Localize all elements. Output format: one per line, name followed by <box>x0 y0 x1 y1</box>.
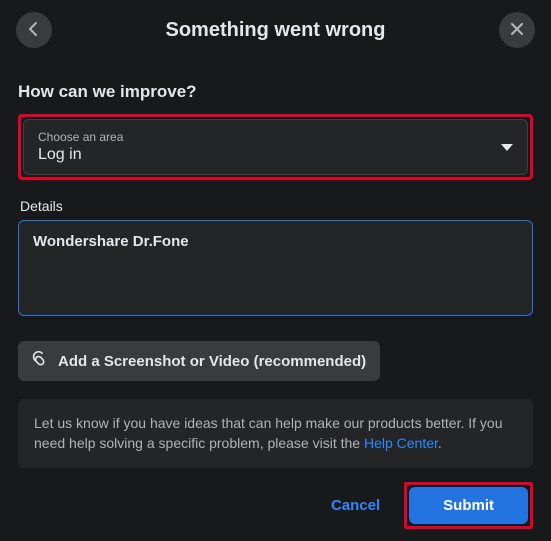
dialog-header: Something went wrong <box>0 0 551 56</box>
dropdown-label: Choose an area <box>38 130 123 144</box>
dialog-title: Something went wrong <box>166 19 386 42</box>
cancel-button[interactable]: Cancel <box>317 487 394 524</box>
dropdown-value: Log in <box>38 146 123 164</box>
section-heading: How can we improve? <box>18 82 533 102</box>
dialog-content: How can we improve? Choose an area Log i… <box>0 56 551 541</box>
info-tail: . <box>438 435 442 451</box>
add-screenshot-button[interactable]: Add a Screenshot or Video (recommended) <box>18 341 380 381</box>
area-dropdown[interactable]: Choose an area Log in <box>23 119 528 175</box>
submit-button[interactable]: Submit <box>409 487 528 524</box>
close-button[interactable] <box>499 12 535 48</box>
details-label: Details <box>20 198 533 214</box>
area-dropdown-highlight: Choose an area Log in <box>18 114 533 180</box>
chevron-down-icon <box>501 144 513 151</box>
dialog-footer: Cancel Submit <box>18 482 533 529</box>
details-textarea[interactable] <box>18 220 533 316</box>
paperclip-icon <box>27 348 52 373</box>
submit-button-highlight: Submit <box>404 482 533 529</box>
close-icon <box>508 20 526 41</box>
info-box: Let us know if you have ideas that can h… <box>18 399 533 468</box>
arrow-left-icon <box>24 19 44 42</box>
add-screenshot-label: Add a Screenshot or Video (recommended) <box>58 353 366 370</box>
help-center-link[interactable]: Help Center <box>364 435 438 451</box>
back-button[interactable] <box>16 12 52 48</box>
dropdown-text-wrap: Choose an area Log in <box>38 130 123 164</box>
